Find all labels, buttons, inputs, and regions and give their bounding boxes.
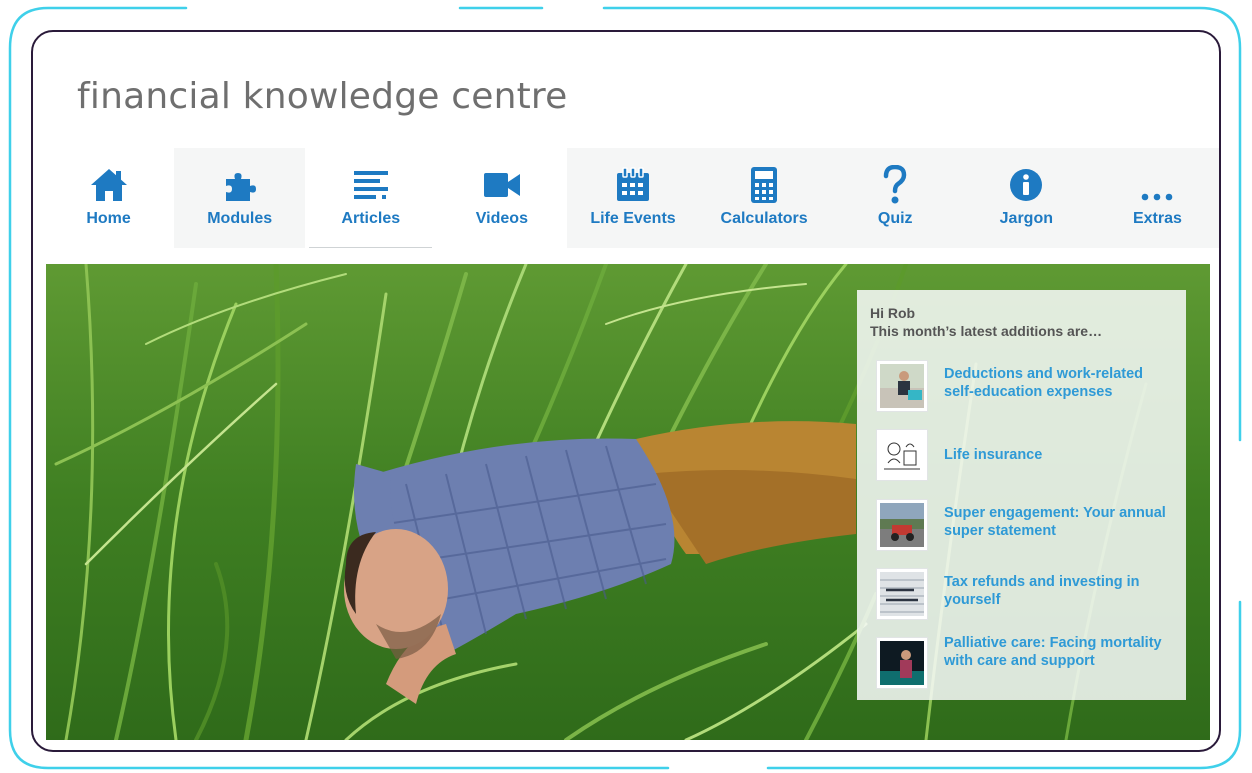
puzzle-icon: [218, 167, 262, 203]
list-item[interactable]: Life insurance: [877, 430, 1177, 484]
nav-item-calculators[interactable]: Calculators: [698, 148, 830, 248]
nav-label: Home: [86, 210, 131, 227]
more-dots-icon: [1135, 167, 1179, 203]
nav-label: Extras: [1132, 210, 1182, 227]
app-window: financial knowledge centre Home Modules: [31, 30, 1221, 752]
nav-item-videos[interactable]: Videos: [436, 148, 567, 248]
list-item[interactable]: Palliative care: Facing mortality with c…: [877, 635, 1177, 692]
list-item[interactable]: Deductions and work-related self-educati…: [877, 361, 1177, 415]
main-navigation: Home Modules Articles Videos Life Events…: [43, 148, 1219, 248]
nav-label: Calculators: [720, 210, 808, 227]
info-icon: [1004, 167, 1048, 203]
thumbnail-image: [877, 569, 927, 619]
nav-item-extras[interactable]: Extras: [1091, 148, 1219, 248]
site-title: financial knowledge centre: [77, 76, 568, 117]
nav-label: Modules: [207, 210, 273, 227]
nav-label: Life Events: [590, 210, 676, 227]
article-link[interactable]: Palliative care: Facing mortality with c…: [944, 634, 1174, 670]
video-camera-icon: [480, 167, 524, 203]
calendar-icon: [611, 167, 655, 203]
nav-label: Videos: [475, 210, 528, 227]
article-link[interactable]: Life insurance: [944, 446, 1174, 464]
thumbnail-image: [877, 361, 927, 411]
nav-label: Jargon: [999, 210, 1053, 227]
nav-label: Articles: [341, 210, 401, 227]
calculator-icon: [742, 167, 786, 203]
nav-item-quiz[interactable]: Quiz: [829, 148, 961, 248]
nav-item-jargon[interactable]: Jargon: [960, 148, 1092, 248]
nav-label: Quiz: [877, 210, 913, 227]
thumbnail-image: [877, 430, 927, 480]
article-lines-icon: [349, 167, 393, 203]
nav-item-modules[interactable]: Modules: [174, 148, 306, 248]
list-item[interactable]: Tax refunds and investing in yourself: [877, 569, 1177, 623]
article-link[interactable]: Deductions and work-related self-educati…: [944, 365, 1174, 401]
nav-item-home[interactable]: Home: [43, 148, 174, 248]
panel-subtitle: This month’s latest additions are…: [870, 323, 1103, 339]
nav-item-articles[interactable]: Articles: [305, 148, 436, 248]
list-item[interactable]: Super engagement: Your annual super stat…: [877, 500, 1177, 554]
thumbnail-image: [877, 638, 927, 688]
greeting: Hi Rob: [870, 305, 916, 321]
home-icon: [87, 167, 131, 203]
article-link[interactable]: Tax refunds and investing in yourself: [944, 573, 1174, 609]
thumbnail-image: [877, 500, 927, 550]
question-mark-icon: [873, 165, 917, 204]
nav-item-life-events[interactable]: Life Events: [567, 148, 699, 248]
article-link[interactable]: Super engagement: Your annual super stat…: [944, 504, 1174, 540]
latest-additions-panel: Hi Rob This month’s latest additions are…: [857, 290, 1186, 700]
